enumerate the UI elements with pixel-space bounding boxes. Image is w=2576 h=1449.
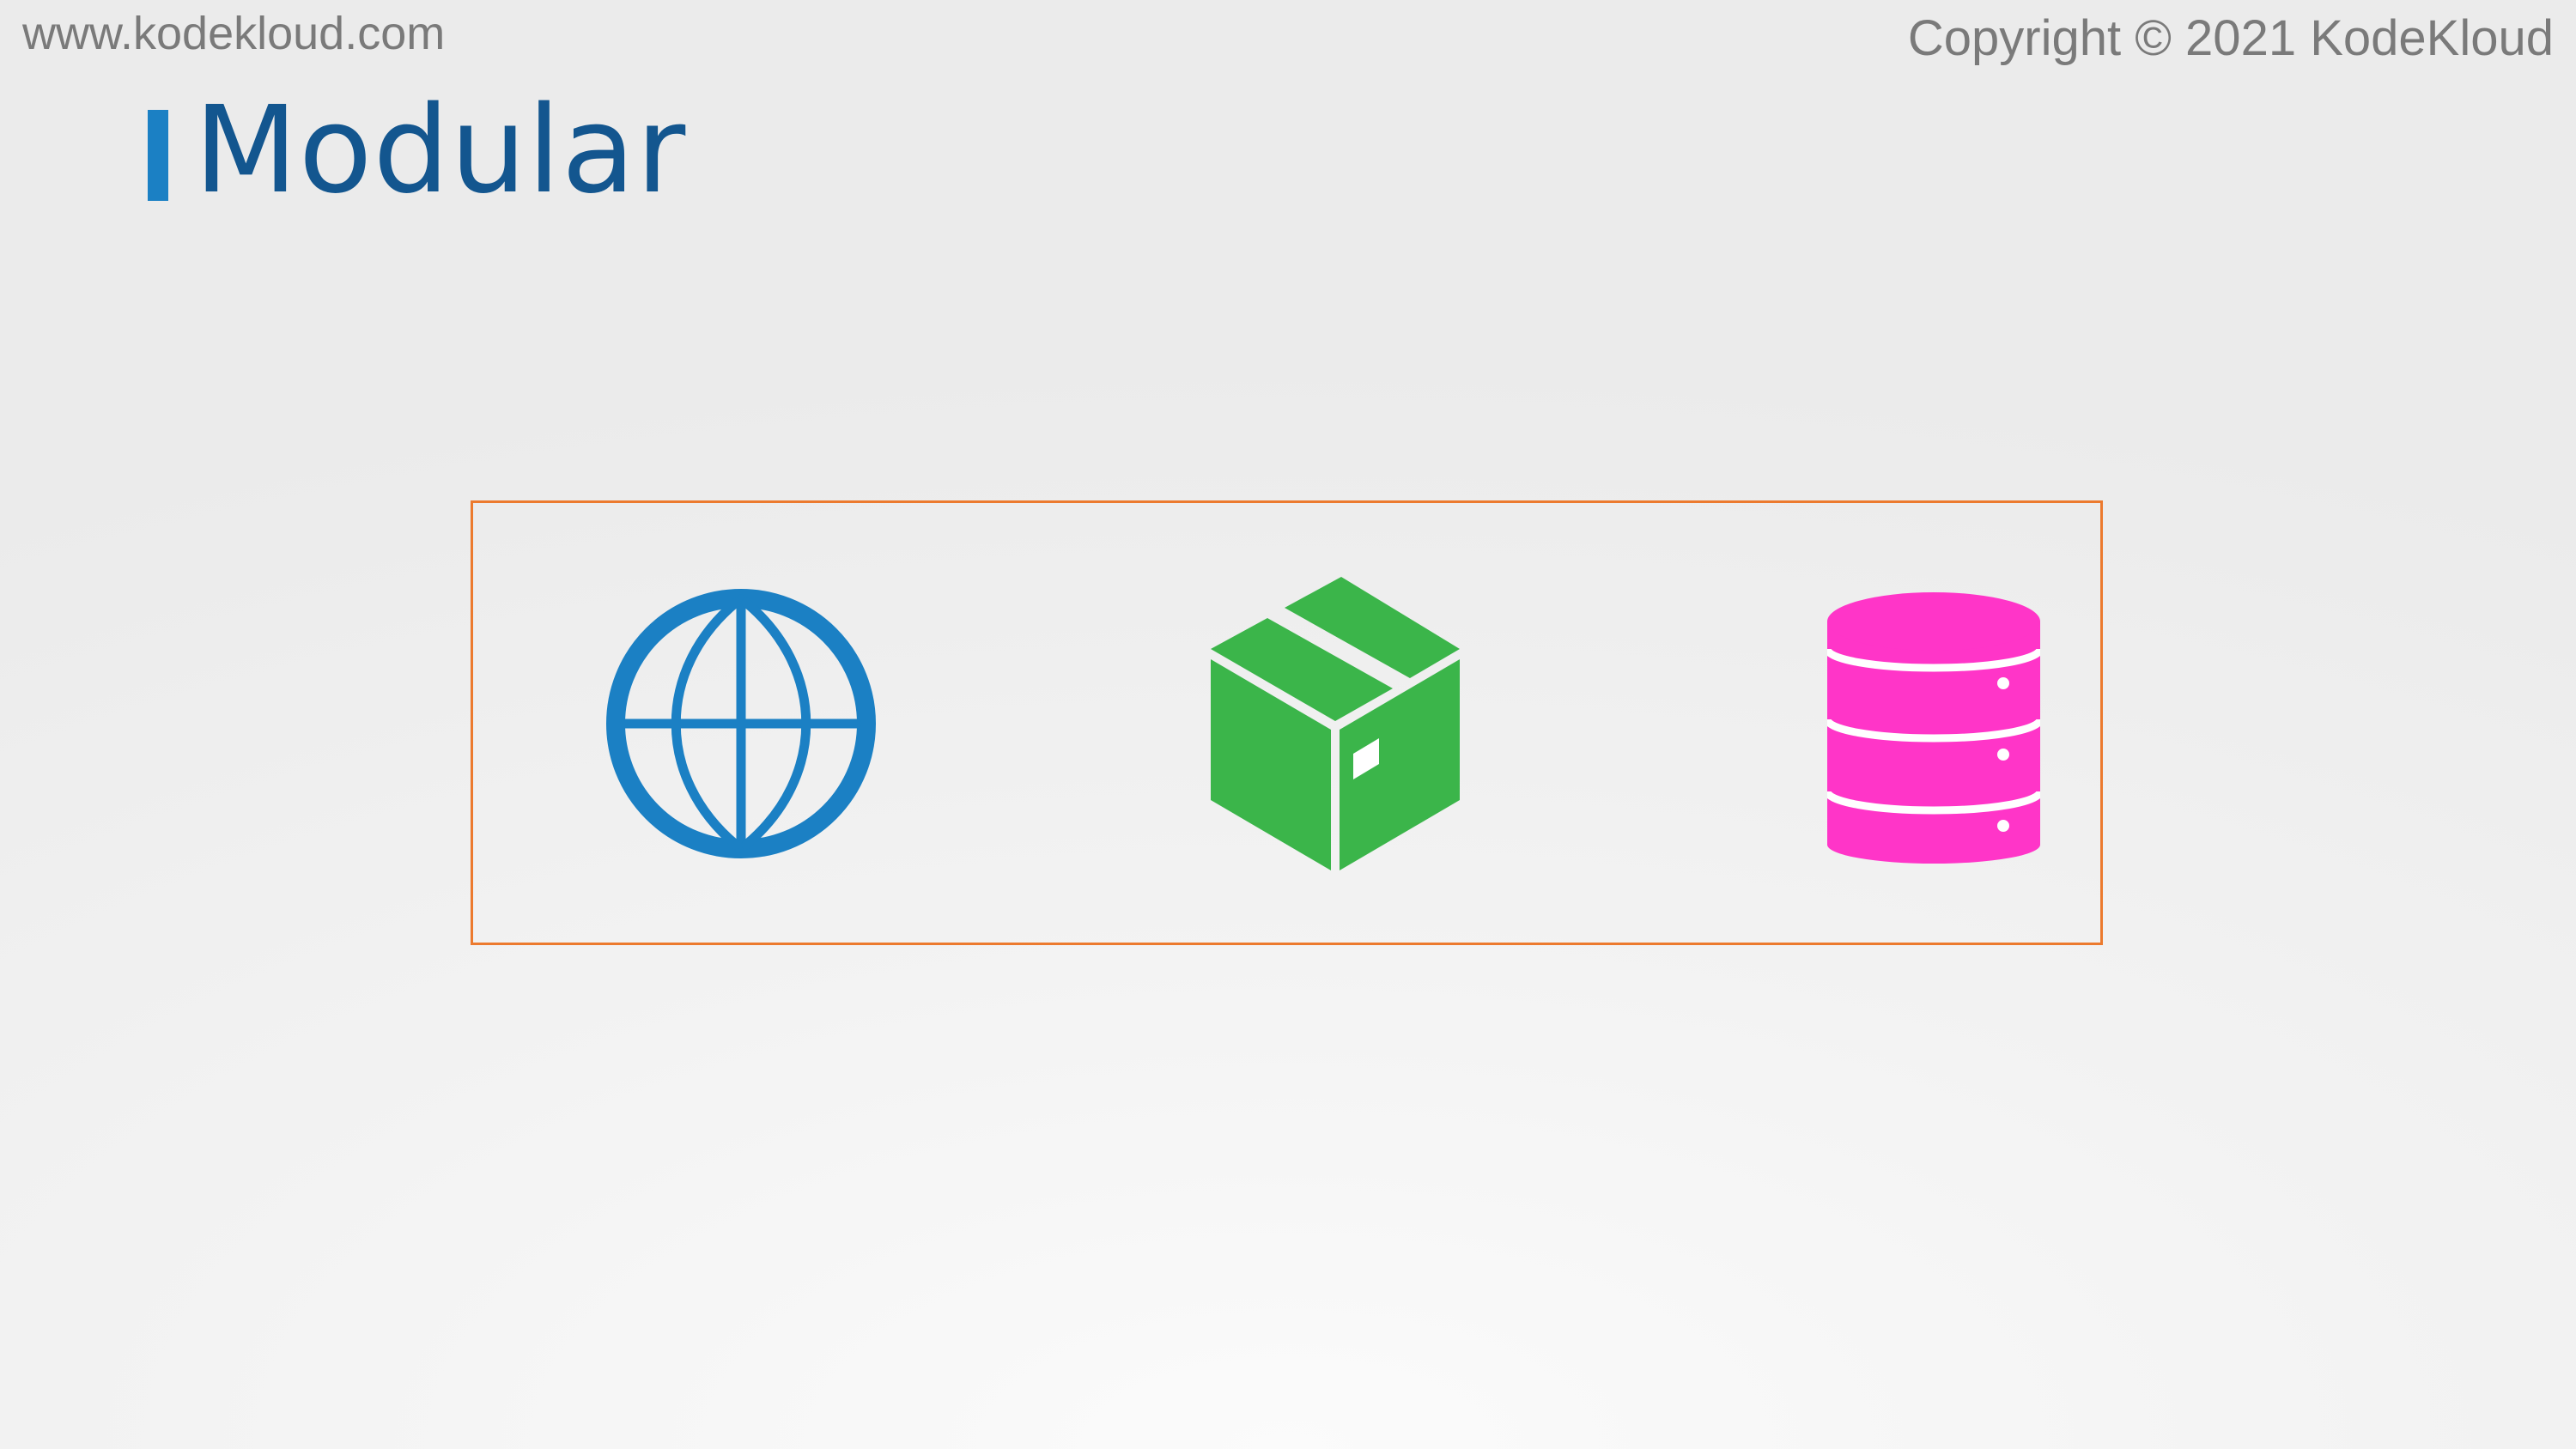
- database-icon: [1827, 592, 2040, 864]
- page-title: Modular: [194, 81, 687, 221]
- title-accent-bar: [148, 110, 168, 201]
- copyright-notice: Copyright © 2021 KodeKloud: [1907, 10, 2554, 66]
- slide: www.kodekloud.com Copyright © 2021 KodeK…: [0, 0, 2576, 1449]
- site-url: www.kodekloud.com: [22, 8, 446, 59]
- globe-icon: [606, 589, 876, 858]
- package-icon: [1211, 577, 1460, 870]
